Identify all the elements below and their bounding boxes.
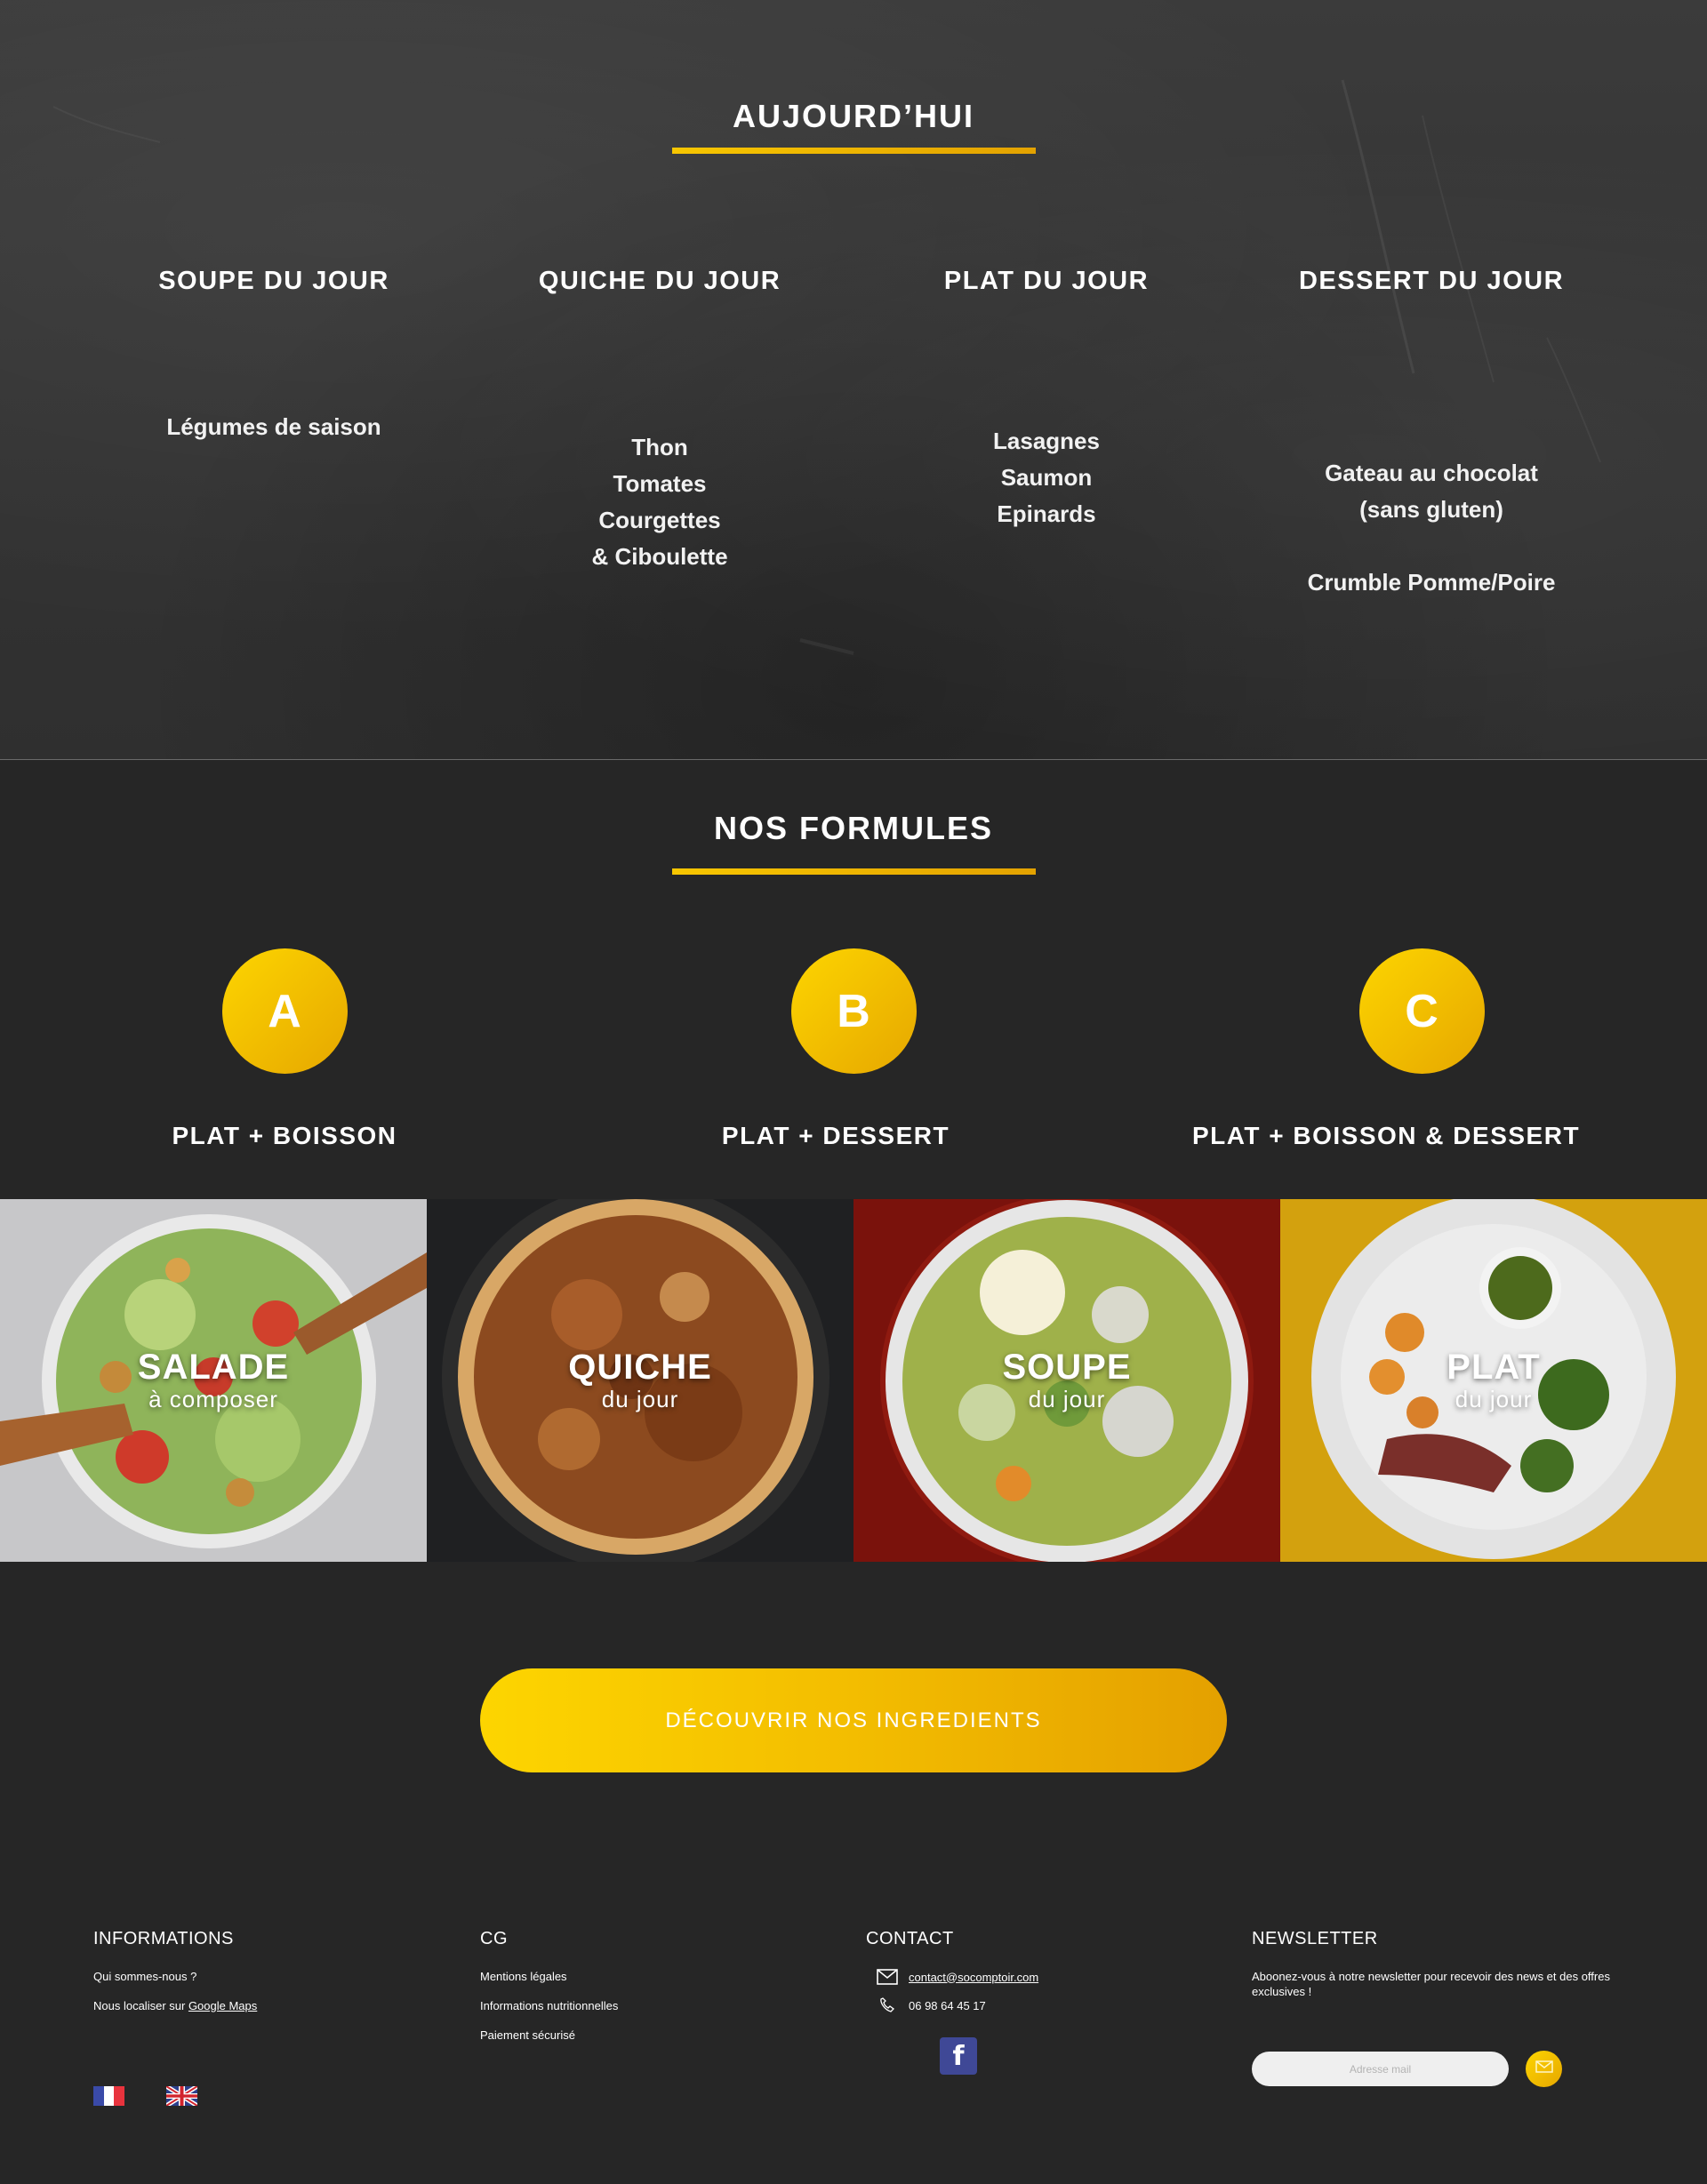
formula-c: C PLAT + BOISSON & DESSERT [1192,948,1644,1150]
formules-title: NOS FORMULES [713,810,993,846]
contact-email-link[interactable]: contact@socomptoir.com [909,1971,1038,1984]
nutrition-info-link[interactable]: Informations nutritionnelles [480,1998,618,2013]
menu-line: Saumon [1000,464,1093,491]
contact-phone: 06 98 64 45 17 [909,1998,986,2012]
formula-label: PLAT + DESSERT [721,1122,950,1149]
about-link[interactable]: Qui sommes-nous ? [93,1969,257,1984]
footer-heading: CONTACT [866,1929,954,1948]
menu-line: Lasagnes [993,428,1100,454]
tile-subtitle: du jour [1028,1386,1106,1412]
tile-subtitle: à composer [148,1386,278,1412]
column-heading: QUICHE DU JOUR [538,267,781,295]
dish-of-the-day: PLAT DU JOUR Lasagnes Saumon Epinards [878,267,1215,527]
footer-heading: NEWSLETTER [1252,1929,1378,1948]
quiche-of-the-day: QUICHE DU JOUR Thon Tomates Courgettes &… [491,267,829,570]
google-maps-link[interactable]: Google Maps [188,1999,257,2012]
menu-line: Tomates [613,470,707,497]
formula-letter-badge: A [221,948,348,1074]
secure-payment-link[interactable]: Paiement sécurisé [480,2028,618,2043]
formula-label: PLAT + BOISSON [172,1122,397,1149]
today-title: AUJOURD’HUI [732,98,974,134]
flag-fr-icon[interactable] [93,2086,124,2106]
tile-caption: QUICHE du jour [427,1348,854,1412]
tile-plat[interactable]: PLAT du jour [1280,1199,1707,1562]
column-lines: Gateau au chocolat (sans gluten) Crumble… [1262,455,1600,601]
tile-title: PLAT [1447,1348,1541,1387]
contact-email-row: contact@socomptoir.com [877,1969,1038,1985]
food-tiles: SALADE à composer QUICHE du jour SOUPE d… [0,1199,1707,1562]
send-icon [1535,2060,1553,2078]
formula-label: PLAT + BOISSON & DESSERT [1191,1122,1581,1149]
soup-of-the-day: SOUPE DU JOUR Légumes de saison [105,267,443,440]
tile-caption: SALADE à composer [0,1348,427,1412]
column-lines: Légumes de saison [105,409,443,445]
tile-subtitle: du jour [601,1386,679,1412]
menu-line: Légumes de saison [166,413,381,440]
tile-salade[interactable]: SALADE à composer [0,1199,427,1562]
footer-contact: CONTACT contact@socomptoir.com 06 98 64 … [866,1929,1038,2026]
tile-quiche[interactable]: QUICHE du jour [427,1199,854,1562]
menu-line: Gateau au chocolat [1325,460,1538,486]
formula-b: B PLAT + DESSERT [631,948,1076,1150]
facebook-icon[interactable]: f [940,2037,977,2075]
newsletter-description: Aboonez-vous à notre newsletter pour rec… [1252,1970,1610,1998]
menu-line: & Ciboulette [591,543,728,570]
tile-subtitle: du jour [1455,1386,1533,1412]
newsletter-submit-button[interactable] [1526,2051,1562,2087]
flag-uk-icon[interactable] [166,2086,197,2106]
column-lines: Thon Tomates Courgettes & Ciboulette [491,429,829,575]
legal-notice-link[interactable]: Mentions légales [480,1969,618,1984]
locate-prefix: Nous localiser sur [93,1999,188,2012]
tile-caption: SOUPE du jour [854,1348,1280,1412]
menu-line [1262,528,1600,564]
mail-icon [877,1969,898,1985]
footer-informations: INFORMATIONS Qui sommes-nous ? Nous loca… [93,1929,257,2028]
menu-line: (sans gluten) [1359,496,1503,523]
contact-phone-row: 06 98 64 45 17 [877,1997,1038,2013]
footer-newsletter: NEWSLETTER Aboonez-vous à notre newslett… [1252,1929,1616,1999]
column-heading: SOUPE DU JOUR [158,267,389,295]
today-section: AUJOURD’HUI SOUPE DU JOUR Légumes de sai… [0,0,1707,760]
formula-letter-badge: B [790,948,917,1074]
title-underline [672,148,1036,154]
tile-title: QUICHE [568,1348,712,1387]
column-lines: Lasagnes Saumon Epinards [878,423,1215,532]
locate-line: Nous localiser sur Google Maps [93,1998,257,2013]
discover-ingredients-button[interactable]: DÉCOUVRIR NOS INGREDIENTS [480,1668,1227,1772]
tile-soupe[interactable]: SOUPE du jour [854,1199,1280,1562]
column-heading: DESSERT DU JOUR [1298,267,1565,295]
menu-line: Courgettes [598,507,721,533]
menu-line: Epinards [997,500,1096,527]
formula-letter-badge: C [1358,948,1485,1074]
tile-caption: PLAT du jour [1280,1348,1707,1412]
title-underline [672,868,1036,875]
formula-a: A PLAT + BOISSON [62,948,507,1150]
footer-heading: CG [480,1929,508,1948]
tile-title: SALADE [137,1348,290,1387]
phone-icon [877,1997,898,2013]
footer-heading: INFORMATIONS [93,1929,234,1948]
tile-title: SOUPE [1002,1348,1132,1387]
menu-line: Crumble Pomme/Poire [1307,569,1556,596]
column-heading: PLAT DU JOUR [943,267,1150,295]
menu-line: Thon [631,434,688,460]
dessert-of-the-day: DESSERT DU JOUR Gateau au chocolat (sans… [1262,267,1600,596]
footer-cg: CG Mentions légales Informations nutriti… [480,1929,618,2057]
newsletter-email-input[interactable] [1252,2052,1509,2086]
